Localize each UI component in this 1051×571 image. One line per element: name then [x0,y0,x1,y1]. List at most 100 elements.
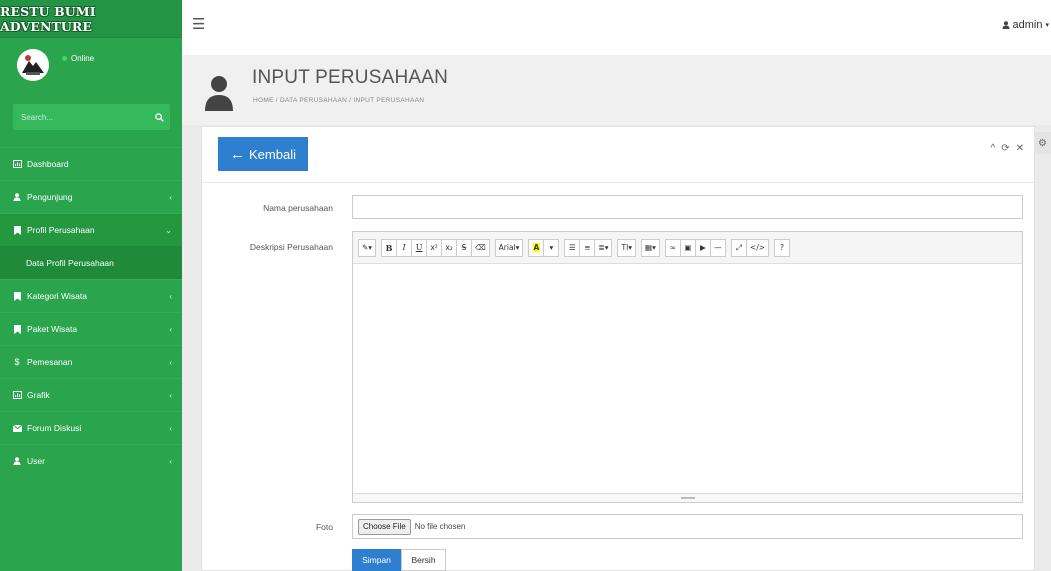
top-navbar: ☰ admin ▾ [182,0,1051,55]
user-icon [205,76,233,111]
sidebar-item-profil-perusahaan[interactable]: Profil Perusahaan ⌄ [0,213,182,246]
close-icon[interactable]: ✕ [1016,143,1024,154]
nama-perusahaan-input[interactable] [352,195,1023,219]
chevron-left-icon: ‹ [169,357,172,367]
sidebar-item-label: Dashboard [27,159,69,169]
sidebar-item-label: Kategori Wisata [27,291,87,301]
horizontal-rule-icon[interactable]: — [709,238,726,257]
brand-logo[interactable]: RESTU BUMI ADVENTURE [0,0,182,38]
video-icon[interactable]: ▶ [694,238,711,257]
text-size-label: TI [621,243,629,252]
user-icon [1002,21,1010,29]
sidebar-item-user[interactable]: User ‹ [0,444,182,477]
editor-resize-handle[interactable] [353,493,1022,502]
content-header: INPUT PERUSAHAAN HOME / DATA PERUSAHAAN … [182,55,1051,125]
help-icon[interactable]: ? [774,238,791,257]
refresh-icon[interactable]: ⟳ [1001,143,1009,154]
online-dot-icon [62,56,67,61]
sidebar-item-dashboard[interactable]: Dashboard [0,147,182,180]
subscript-icon[interactable]: x₂ [441,238,458,257]
table-icon[interactable]: ▦▾ [641,238,660,257]
font-name-label: Arial [498,243,516,252]
link-icon[interactable]: ∞ [664,238,681,257]
style-dropdown-icon[interactable]: ✎▾ [358,238,377,257]
sidebar: RESTU BUMI ADVENTURE Online Dashboard Pe… [0,0,182,571]
sidebar-item-grafik[interactable]: Grafik ‹ [0,378,182,411]
search-input[interactable] [21,112,141,122]
file-status-text: No file chosen [414,522,466,531]
search-icon[interactable] [155,112,164,122]
italic-icon[interactable]: I [396,238,413,257]
strikethrough-icon[interactable]: S̶ [456,238,473,257]
sidebar-item-pengunjung[interactable]: Pengunjung ‹ [0,180,182,213]
choose-file-button[interactable]: Choose File [358,518,411,535]
rich-text-editor: ✎▾ B I U x² x₂ S̶ ⌫ Arial ▾ A ▾ ☰ ≡ ≣▾ TI… [352,231,1023,503]
avatar [17,49,49,81]
chevron-left-icon: ‹ [169,192,172,202]
online-status-label: Online [71,54,95,63]
sidebar-item-label: Pemesanan [27,357,73,367]
font-name-dropdown[interactable]: Arial ▾ [494,238,524,257]
simpan-button[interactable]: Simpan [352,549,401,571]
sidebar-item-label: User [27,456,45,466]
text-color-icon[interactable]: A [528,238,545,257]
back-button-label: Kembali [249,146,296,162]
underline-icon[interactable]: U [411,238,428,257]
menu-toggle-icon[interactable]: ☰ [192,15,205,33]
bersih-button[interactable]: Bersih [401,549,446,571]
sidebar-subitem-data-profil[interactable]: Data Profil Perusahaan [0,246,182,279]
sidebar-search [13,104,170,130]
page-title: INPUT PERUSAHAAN [252,67,449,88]
chevron-down-icon: ⌄ [165,225,172,235]
editor-toolbar: ✎▾ B I U x² x₂ S̶ ⌫ Arial ▾ A ▾ ☰ ≡ ≣▾ TI… [353,232,1022,264]
deskripsi-label: Deskripsi Perusahaan [249,242,333,252]
user-icon [12,193,22,201]
foto-label: Foto [315,522,333,532]
bookmark-icon [12,324,22,334]
code-view-icon[interactable]: </> [745,238,770,257]
superscript-icon[interactable]: x² [426,238,443,257]
ordered-list-icon[interactable]: ≡ [579,238,596,257]
dollar-icon: $ [14,357,20,367]
foto-file-input: Choose File No file chosen [352,514,1023,539]
panel-header: ← Kembali ^ ⟳ ✕ [202,127,1034,183]
collapse-icon[interactable]: ^ [991,143,996,154]
sidebar-item-label: Forum Diskusi [27,423,82,433]
sidebar-item-label: Profil Perusahaan [27,225,95,235]
sidebar-item-label: Pengunjung [27,192,73,202]
color-dropdown-icon[interactable]: ▾ [543,238,560,257]
bookmark-icon [12,291,22,301]
user-icon [12,457,22,465]
chevron-left-icon: ‹ [169,390,172,400]
dashboard-icon [12,160,22,168]
chevron-left-icon: ‹ [169,291,172,301]
unordered-list-icon[interactable]: ☰ [564,238,581,257]
user-panel: Online [0,38,182,100]
back-button[interactable]: ← Kembali [218,137,308,171]
online-status: Online [62,54,94,63]
admin-label: admin [1012,19,1043,31]
arrow-left-icon: ← [230,145,246,163]
sidebar-item-forum-diskusi[interactable]: Forum Diskusi ‹ [0,411,182,444]
bold-icon[interactable]: B [381,238,398,257]
editor-content-area[interactable] [353,264,1022,493]
sidebar-item-kategori-wisata[interactable]: Kategori Wisata ‹ [0,279,182,312]
admin-menu[interactable]: admin ▾ [1002,19,1049,31]
sidebar-item-pemesanan[interactable]: $ Pemesanan ‹ [0,345,182,378]
chevron-left-icon: ‹ [169,423,172,433]
gear-icon[interactable]: ⚙ [1034,132,1051,154]
chevron-left-icon: ‹ [169,456,172,466]
line-height-dropdown[interactable]: TI ▾ [617,238,637,257]
nama-label: Nama perusahaan [263,203,333,213]
fullscreen-icon[interactable]: ⤢ [730,238,747,257]
paragraph-align-icon[interactable]: ≣▾ [594,238,613,257]
eraser-icon[interactable]: ⌫ [471,238,490,257]
chevron-left-icon: ‹ [169,324,172,334]
breadcrumb: HOME / DATA PERUSAHAAN / INPUT PERUSAHAA… [253,97,425,104]
image-icon[interactable]: ▣ [679,238,696,257]
sidebar-subitem-label: Data Profil Perusahaan [26,257,114,268]
panel-tools: ^ ⟳ ✕ [991,143,1024,154]
sidebar-item-paket-wisata[interactable]: Paket Wisata ‹ [0,312,182,345]
chart-icon [12,391,22,399]
sidebar-item-label: Paket Wisata [27,324,78,334]
